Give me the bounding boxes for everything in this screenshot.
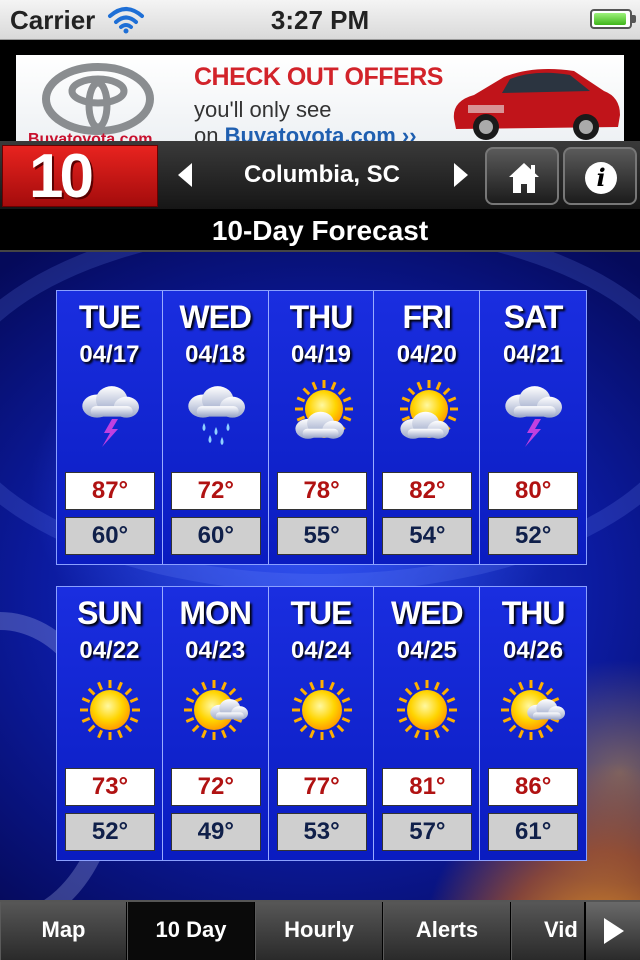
- day-date: 04/23: [185, 637, 246, 664]
- ad-subline: you'll only see: [194, 97, 332, 122]
- tab-10-day[interactable]: 10 Day: [127, 902, 255, 960]
- home-button[interactable]: [485, 147, 559, 205]
- day-card[interactable]: TUE 04/24 77° 53°: [268, 587, 375, 860]
- day-card[interactable]: SUN 04/22 73° 52°: [57, 587, 163, 860]
- high-temp: 81°: [382, 768, 473, 806]
- day-date: 04/25: [396, 637, 457, 664]
- forecast-row-1: TUE 04/17 87° 60° WED 04/18 72° 60° THU …: [56, 290, 587, 565]
- next-location-arrow-icon[interactable]: [454, 163, 468, 187]
- day-name: WED: [390, 595, 464, 631]
- title-bar: 10-Day Forecast: [0, 212, 640, 252]
- low-temp: 60°: [65, 517, 155, 555]
- day-date: 04/17: [79, 341, 140, 368]
- station-logo: 10: [2, 145, 158, 208]
- clock: 3:27 PM: [270, 5, 370, 35]
- day-date: 04/21: [503, 341, 564, 368]
- ad-link-prefix: on: [194, 123, 219, 141]
- partly-cloudy-icon: [393, 379, 461, 449]
- forecast-row-2: SUN 04/22 73° 52° MON 04/23 72° 49° TUE …: [56, 586, 587, 861]
- low-temp: 52°: [65, 813, 155, 851]
- high-temp: 86°: [488, 768, 579, 806]
- thunderstorm-icon: [76, 379, 144, 449]
- ad-link[interactable]: Buyatoyota.com ››: [225, 123, 417, 141]
- day-card[interactable]: WED 04/25 81° 57°: [374, 587, 481, 860]
- day-card[interactable]: FRI 04/20 82° 54°: [374, 291, 481, 564]
- day-date: 04/24: [290, 637, 352, 664]
- low-temp: 53°: [276, 813, 367, 851]
- low-temp: 49°: [170, 813, 261, 851]
- high-temp: 80°: [488, 472, 579, 510]
- page-title: 10-Day Forecast: [211, 215, 429, 246]
- battery-icon: [590, 9, 636, 29]
- sunny-icon: [288, 675, 356, 745]
- day-name: THU: [501, 595, 566, 631]
- low-temp: 55°: [276, 517, 367, 555]
- status-bar: Carrier 3:27 PM: [0, 0, 640, 40]
- day-date: 04/20: [396, 341, 457, 368]
- rain-icon: [182, 379, 250, 449]
- info-button[interactable]: i: [563, 147, 637, 205]
- high-temp: 72°: [170, 768, 261, 806]
- day-card[interactable]: THU 04/26 86° 61°: [480, 587, 586, 860]
- low-temp: 61°: [488, 813, 579, 851]
- day-name: FRI: [402, 299, 453, 335]
- high-temp: 73°: [65, 768, 155, 806]
- high-temp: 87°: [65, 472, 155, 510]
- day-name: TUE: [78, 299, 141, 335]
- low-temp: 52°: [488, 517, 579, 555]
- day-card[interactable]: WED 04/18 72° 60°: [162, 291, 269, 564]
- tab-alerts[interactable]: Alerts: [383, 902, 511, 960]
- day-date: 04/18: [185, 341, 246, 368]
- ad-headline: CHECK OUT OFFERS: [194, 63, 443, 91]
- partly-sunny-icon: [499, 675, 567, 745]
- ad-area: Buyatoyota.com CHECK OUT OFFERS you'll o…: [0, 41, 640, 141]
- ad-site-small: Buyatoyota.com: [28, 131, 153, 141]
- sunny-icon: [76, 675, 144, 745]
- previous-location-arrow-icon[interactable]: [178, 163, 192, 187]
- day-name: THU: [289, 299, 354, 335]
- tab-bar: Map 10 Day Hourly Alerts Vid: [0, 900, 640, 960]
- high-temp: 77°: [276, 768, 367, 806]
- high-temp: 72°: [170, 472, 261, 510]
- toyota-logo-icon: [42, 63, 154, 135]
- day-name: SAT: [503, 299, 564, 335]
- high-temp: 82°: [382, 472, 473, 510]
- day-card[interactable]: SAT 04/21 80° 52°: [480, 291, 586, 564]
- home-icon: [509, 163, 539, 193]
- day-date: 04/22: [79, 637, 140, 664]
- header-bar: 10 Columbia, SC i: [0, 141, 640, 211]
- low-temp: 57°: [382, 813, 473, 851]
- thunderstorm-icon: [499, 379, 567, 449]
- day-card[interactable]: TUE 04/17 87° 60°: [57, 291, 163, 564]
- ad-banner[interactable]: Buyatoyota.com CHECK OUT OFFERS you'll o…: [16, 55, 624, 141]
- ad-link-line: on Buyatoyota.com ››: [194, 123, 417, 141]
- low-temp: 60°: [170, 517, 261, 555]
- day-card[interactable]: MON 04/23 72° 49°: [162, 587, 269, 860]
- tab-map[interactable]: Map: [0, 902, 127, 960]
- sunny-icon: [393, 675, 461, 745]
- tab-hourly[interactable]: Hourly: [255, 902, 383, 960]
- day-name: MON: [179, 595, 252, 631]
- battery-level: [594, 13, 626, 25]
- partly-sunny-icon: [182, 675, 250, 745]
- low-temp: 54°: [382, 517, 473, 555]
- day-name: WED: [179, 299, 252, 335]
- car-image: [453, 69, 620, 140]
- day-name: SUN: [77, 595, 143, 631]
- location-name: Columbia, SC: [243, 161, 400, 188]
- day-date: 04/19: [290, 341, 352, 368]
- partly-cloudy-icon: [288, 379, 356, 449]
- high-temp: 78°: [276, 472, 367, 510]
- tab-scroll-right-icon[interactable]: [584, 902, 640, 960]
- day-name: TUE: [290, 595, 352, 631]
- day-date: 04/26: [503, 637, 564, 664]
- day-card[interactable]: THU 04/19 78° 55°: [268, 291, 375, 564]
- info-icon: i: [585, 162, 617, 194]
